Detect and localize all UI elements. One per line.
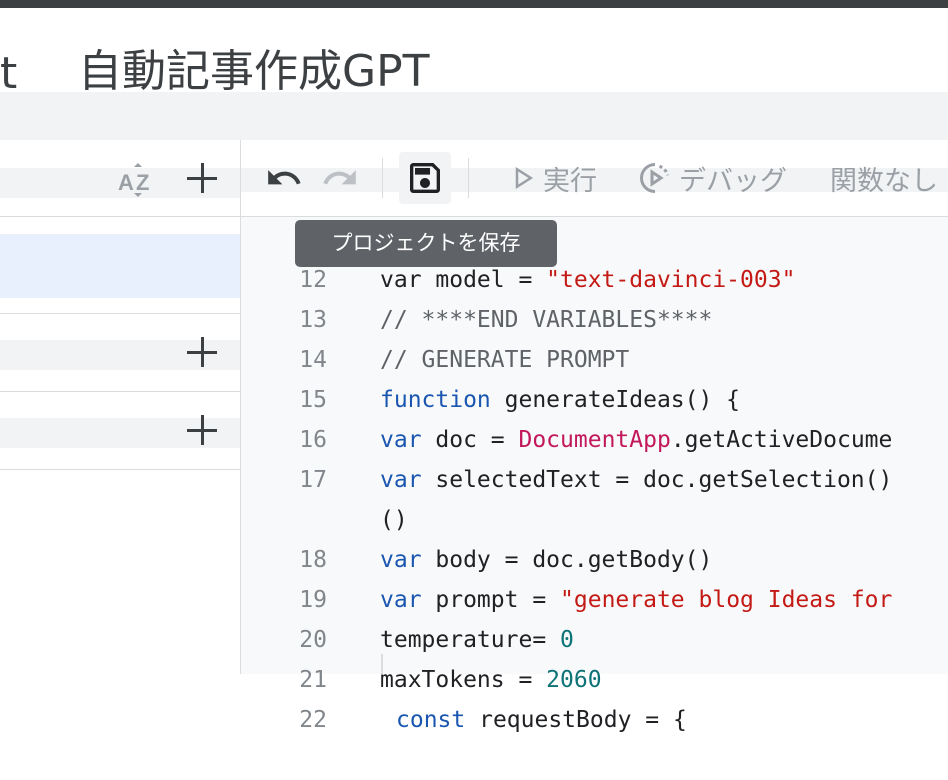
add-file-plus-icon[interactable] [184, 160, 220, 196]
undo-button[interactable] [265, 154, 303, 202]
project-title[interactable]: 自動記事作成GPT [78, 44, 430, 100]
function-select-label: 関数なし [830, 165, 938, 197]
indent-guide [381, 654, 383, 674]
window-top-bar [0, 0, 948, 8]
code-line-wrapped: () [241, 460, 948, 533]
code-line: 20 temperature= 0 [241, 580, 948, 653]
line-number: 22 [299, 707, 327, 733]
divider [0, 469, 240, 470]
sort-az-icon[interactable]: A Z [116, 160, 160, 200]
toolbar-separator [382, 158, 383, 198]
undo-icon [268, 170, 301, 185]
svg-text:A: A [118, 170, 134, 195]
code-line: 17 var selectedText = doc.getSelection() [241, 420, 948, 493]
debug-icon [640, 163, 670, 193]
debug-label: デバッグ [679, 165, 787, 197]
play-icon [515, 166, 534, 190]
function-select[interactable]: 関数なし [830, 154, 938, 202]
debug-button[interactable]: デバッグ [637, 154, 787, 202]
code-line: 14// GENERATE PROMPT [241, 300, 948, 373]
divider [0, 313, 240, 314]
code-line: 21 maxTokens = 2060 [241, 620, 948, 693]
truncated-title: t [0, 48, 18, 99]
code-line: 19 var prompt = "generate blog Ideas for [241, 540, 948, 613]
files-panel-header: A Z [0, 140, 240, 217]
add-library-plus-icon[interactable] [184, 334, 220, 370]
run-button[interactable]: 実行 [507, 154, 597, 202]
save-icon [410, 163, 440, 193]
code-text: const requestBody = { [396, 707, 687, 733]
divider [0, 391, 240, 392]
code-line: 22 const requestBody = { [241, 660, 948, 733]
save-tooltip: プロジェクトを保存 [295, 220, 557, 267]
svg-text:Z: Z [136, 170, 149, 195]
code-line: 15 function generateIdeas() { [241, 340, 948, 413]
selected-file-row[interactable] [0, 234, 240, 298]
code-line: 16 var doc = DocumentApp.getActiveDocume [241, 380, 948, 453]
code-line: 18 var body = doc.getBody() [241, 500, 948, 573]
toolbar-separator [468, 158, 469, 198]
run-label: 実行 [543, 165, 597, 197]
redo-button[interactable] [321, 154, 359, 202]
files-panel: A Z [0, 140, 241, 674]
redo-icon [323, 170, 356, 185]
add-service-plus-icon[interactable] [184, 412, 220, 448]
save-button[interactable] [405, 154, 445, 202]
editor-toolbar: 実行 デバッグ 関数なし [241, 140, 948, 217]
